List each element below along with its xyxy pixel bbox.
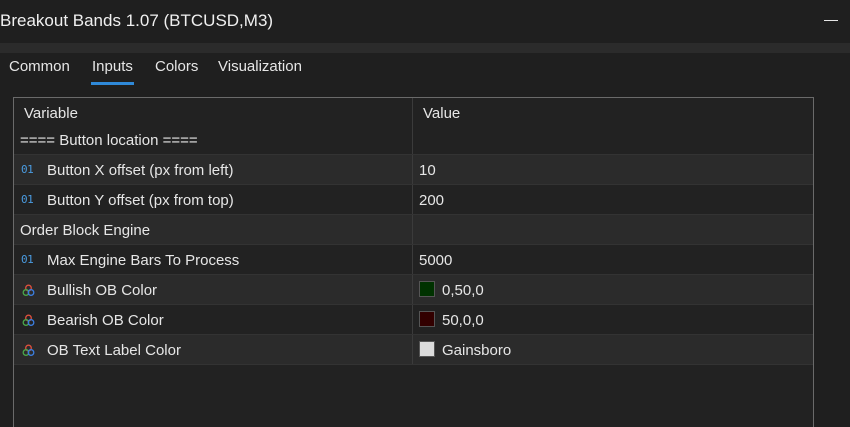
integer-icon: 01: [21, 163, 34, 176]
row-variable-label: Button X offset (px from left): [47, 162, 234, 179]
row-variable-label: Bearish OB Color: [47, 312, 164, 329]
row-value[interactable]: 200: [419, 192, 444, 209]
color-palette-icon: [22, 344, 35, 356]
table-row[interactable]: Bearish OB Color 50,0,0: [14, 305, 813, 335]
row-variable-label: Button Y offset (px from top): [47, 192, 234, 209]
color-swatch[interactable]: [419, 311, 435, 327]
column-header-variable: Variable: [24, 105, 78, 122]
color-palette-icon: [22, 284, 35, 296]
row-value[interactable]: 50,0,0: [442, 312, 484, 329]
tab-inputs[interactable]: Inputs: [91, 58, 134, 85]
row-variable-label: Order Block Engine: [20, 222, 151, 239]
table-row[interactable]: OB Text Label Color Gainsboro: [14, 335, 813, 365]
inputs-grid: Variable Value ==== Button location ====…: [13, 97, 814, 427]
table-row[interactable]: Bullish OB Color 0,50,0: [14, 275, 813, 305]
row-value[interactable]: 5000: [419, 252, 452, 269]
integer-icon: 01: [21, 193, 34, 206]
color-swatch[interactable]: [419, 281, 435, 297]
row-value[interactable]: 0,50,0: [442, 282, 484, 299]
title-separator: [0, 43, 850, 53]
table-row[interactable]: 01 Max Engine Bars To Process 5000: [14, 245, 813, 275]
row-variable-label: OB Text Label Color: [47, 342, 181, 359]
table-row[interactable]: 01 Button Y offset (px from top) 200: [14, 185, 813, 215]
row-variable-label: ==== Button location ====: [20, 132, 198, 149]
column-header-value: Value: [423, 105, 461, 122]
row-value[interactable]: 10: [419, 162, 436, 179]
tab-common[interactable]: Common: [9, 58, 70, 75]
tab-visualization[interactable]: Visualization: [218, 58, 302, 75]
tab-bar: Common Inputs Colors Visualization: [0, 53, 850, 89]
row-variable-label: Max Engine Bars To Process: [47, 252, 240, 269]
grid-header-row: Variable Value: [14, 98, 813, 128]
minimize-icon[interactable]: [822, 8, 840, 30]
row-value[interactable]: Gainsboro: [442, 342, 511, 359]
row-variable-label: Bullish OB Color: [47, 282, 158, 299]
window-title: Breakout Bands 1.07 (BTCUSD,M3): [0, 11, 274, 30]
tab-colors[interactable]: Colors: [155, 58, 198, 75]
table-row[interactable]: Order Block Engine: [14, 215, 813, 245]
color-palette-icon: [22, 314, 35, 326]
properties-dialog: Breakout Bands 1.07 (BTCUSD,M3) Common I…: [0, 0, 850, 427]
table-row[interactable]: 01 Button X offset (px from left) 10: [14, 155, 813, 185]
title-bar: Breakout Bands 1.07 (BTCUSD,M3): [0, 0, 850, 43]
table-row[interactable]: ==== Button location ====: [14, 125, 813, 155]
integer-icon: 01: [21, 253, 34, 266]
color-swatch[interactable]: [419, 341, 435, 357]
